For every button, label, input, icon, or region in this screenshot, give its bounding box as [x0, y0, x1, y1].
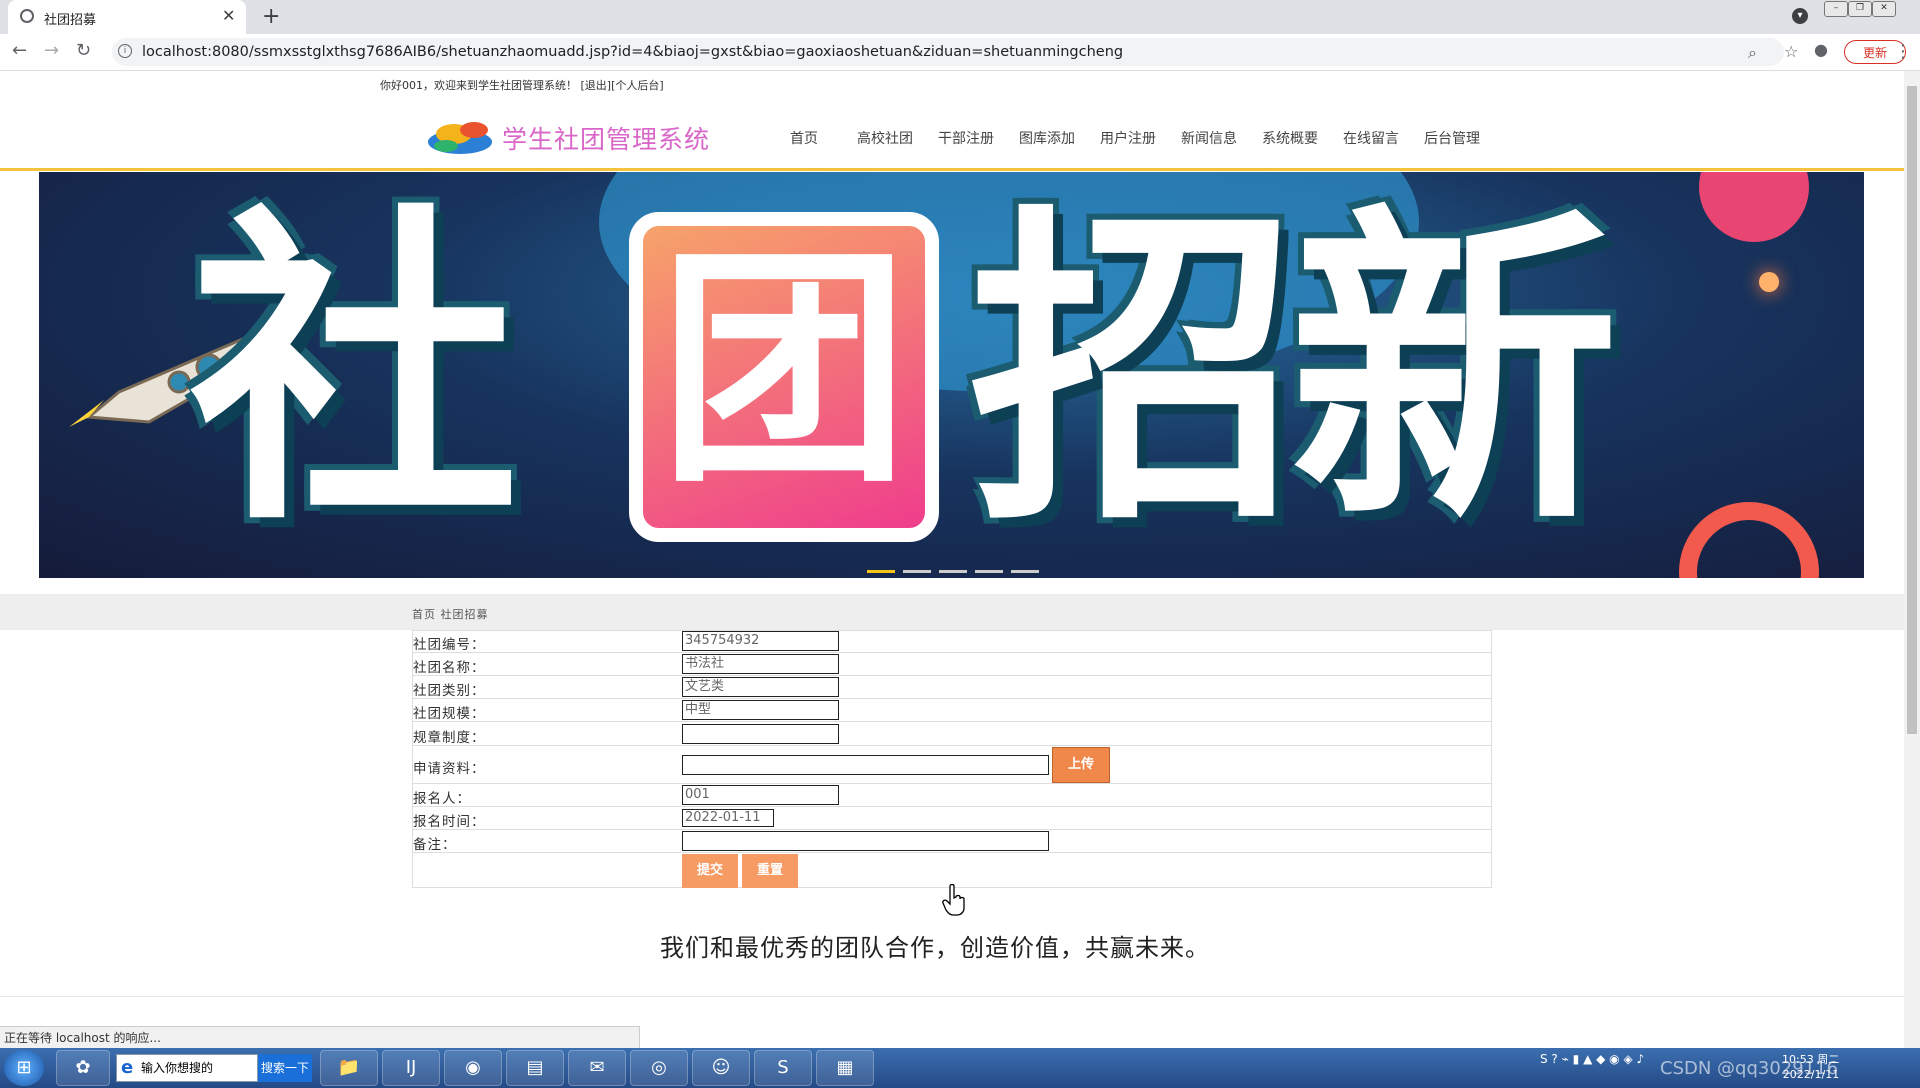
carousel-dot-2[interactable]: [903, 570, 931, 573]
browser-tab[interactable]: 社团招募 ✕: [8, 0, 246, 34]
breadcrumb[interactable]: 首页 社团招募: [412, 606, 489, 622]
banner-text-zhaoxin: 招新: [969, 180, 1619, 564]
reset-button[interactable]: 重置: [742, 854, 798, 888]
banner-star: [1759, 272, 1779, 292]
minimize-icon[interactable]: –: [1824, 1, 1848, 17]
watermark-text: CSDN @qq3029116: [1660, 1058, 1839, 1079]
rules-input[interactable]: [682, 724, 839, 744]
menu-icon[interactable]: ⋮: [1894, 41, 1912, 62]
new-tab-icon[interactable]: +: [262, 4, 280, 29]
forward-icon[interactable]: →: [44, 40, 59, 61]
s-app-icon[interactable]: S: [754, 1050, 812, 1086]
ie-icon: e: [121, 1057, 134, 1078]
avatar-app-icon[interactable]: ☺: [692, 1050, 750, 1086]
slogan: 我们和最优秀的团队合作，创造价值，共赢未来。: [660, 934, 1210, 962]
hand-cursor-icon: [942, 884, 965, 916]
submit-button[interactable]: 提交: [682, 854, 738, 888]
status-bar: 正在等待 localhost 的响应...: [0, 1026, 640, 1048]
banner-planet-pink: [1699, 172, 1809, 242]
nav-home[interactable]: 首页: [790, 128, 818, 148]
form-row: [412, 722, 1492, 746]
os-taskbar: ⊞ ✿ e 输入你想搜的 搜索一下 📁 IJ ◉ ▤ ✉ ◎ ☺ S ▦ S ?…: [0, 1048, 1920, 1088]
applicant-input[interactable]: 001: [682, 785, 839, 805]
folder-app-icon[interactable]: 📁: [320, 1050, 378, 1086]
form-row: [412, 699, 1492, 722]
banner-text-tuan: 团: [629, 212, 939, 542]
upload-button[interactable]: 上传: [1052, 747, 1110, 783]
form-row: [412, 807, 1492, 830]
site-logo-icon: [428, 122, 492, 154]
address-bar[interactable]: i localhost:8080/ssmxsstglxthsg7686AIB6/…: [112, 38, 1798, 66]
club-size-input[interactable]: 中型: [682, 700, 839, 720]
tab-title: 社团招募: [44, 13, 97, 28]
form-row: [412, 630, 1492, 653]
app-icon-colorful[interactable]: ✿: [56, 1050, 110, 1086]
chrome-app-icon[interactable]: ◎: [630, 1050, 688, 1086]
browser-toolbar: ← → ↻ i localhost:8080/ssmxsstglxthsg768…: [0, 34, 1920, 71]
nav-underline: [0, 168, 1904, 171]
browser-tab-strip: 社团招募 ✕ + ▾ – ❐ ✕: [0, 0, 1920, 34]
globe-icon: [20, 9, 34, 23]
carousel-dot-3[interactable]: [939, 570, 967, 573]
url-text: localhost:8080/ssmxsstglxthsg7686AIB6/sh…: [142, 44, 1124, 60]
application-file-input[interactable]: [682, 755, 1049, 775]
label-club-category: 社团类别：: [413, 683, 486, 699]
tab-search-icon[interactable]: ▾: [1792, 8, 1808, 24]
start-button[interactable]: ⊞: [4, 1050, 44, 1086]
label-club-size: 社团规模：: [413, 706, 486, 722]
label-remarks: 备注：: [413, 837, 457, 853]
system-tray-icons[interactable]: S ? ⌁ ▮ ▲ ◆ ◉ ◈ ♪: [1540, 1052, 1644, 1066]
label-club-id: 社团编号：: [413, 637, 486, 653]
footer-divider: [0, 996, 1904, 997]
club-name-input[interactable]: 书法社: [682, 654, 839, 674]
nav-messages[interactable]: 在线留言: [1343, 128, 1399, 148]
nav-news[interactable]: 新闻信息: [1181, 128, 1237, 148]
zoom-icon[interactable]: ⌕: [1748, 43, 1757, 63]
back-icon[interactable]: ←: [12, 40, 27, 61]
nav-clubs[interactable]: 高校社团: [857, 128, 913, 148]
intellij-app-icon[interactable]: IJ: [382, 1050, 440, 1086]
form-row: [412, 653, 1492, 676]
club-category-input[interactable]: 文艺类: [682, 677, 839, 697]
label-applicant: 报名人：: [413, 791, 471, 807]
explorer-app-icon[interactable]: ▤: [506, 1050, 564, 1086]
profile-icon[interactable]: ●: [1814, 40, 1828, 59]
taskbar-search-placeholder: 输入你想搜的: [141, 1061, 214, 1075]
form-row: [412, 784, 1492, 807]
banner-text-she: 社: [189, 180, 519, 564]
label-rules: 规章制度：: [413, 730, 486, 746]
nav-user-register[interactable]: 用户注册: [1100, 128, 1156, 148]
club-id-input[interactable]: 345754932: [682, 631, 839, 651]
close-window-icon[interactable]: ✕: [1872, 1, 1896, 17]
label-apply-date: 报名时间：: [413, 814, 486, 830]
breadcrumb-bar: [0, 594, 1904, 630]
firefox-app-icon[interactable]: ◉: [444, 1050, 502, 1086]
site-info-icon[interactable]: i: [118, 44, 132, 58]
reload-icon[interactable]: ↻: [76, 40, 91, 61]
tool-app-icon[interactable]: ▦: [816, 1050, 874, 1086]
remarks-input[interactable]: [682, 831, 1049, 851]
banner-carousel[interactable]: 社 团 招新: [39, 172, 1864, 578]
site-name: 学生社团管理系统: [502, 125, 711, 154]
form-row: [412, 676, 1492, 699]
restore-icon[interactable]: ❐: [1848, 1, 1872, 17]
scrollbar-thumb[interactable]: [1907, 86, 1917, 734]
nav-admin[interactable]: 后台管理: [1424, 128, 1480, 148]
welcome-text[interactable]: 你好001，欢迎来到学生社团管理系统！ [退出][个人后台]: [380, 77, 664, 93]
carousel-dot-1[interactable]: [867, 570, 895, 573]
label-club-name: 社团名称：: [413, 660, 486, 676]
taskbar-search-button[interactable]: 搜索一下: [258, 1054, 312, 1082]
carousel-dot-5[interactable]: [1011, 570, 1039, 573]
close-tab-icon[interactable]: ✕: [222, 6, 235, 25]
wechat-app-icon[interactable]: ✉: [568, 1050, 626, 1086]
nav-overview[interactable]: 系统概要: [1262, 128, 1318, 148]
carousel-dot-4[interactable]: [975, 570, 1003, 573]
nav-gallery-add[interactable]: 图库添加: [1019, 128, 1075, 148]
bookmark-star-icon[interactable]: ☆: [1784, 42, 1798, 61]
taskbar-search-input[interactable]: e 输入你想搜的: [116, 1054, 258, 1082]
label-application: 申请资料：: [413, 761, 486, 777]
apply-date-input[interactable]: 2022-01-11: [682, 809, 774, 827]
banner-ring: [1679, 502, 1819, 578]
nav-cadre-register[interactable]: 干部注册: [938, 128, 994, 148]
